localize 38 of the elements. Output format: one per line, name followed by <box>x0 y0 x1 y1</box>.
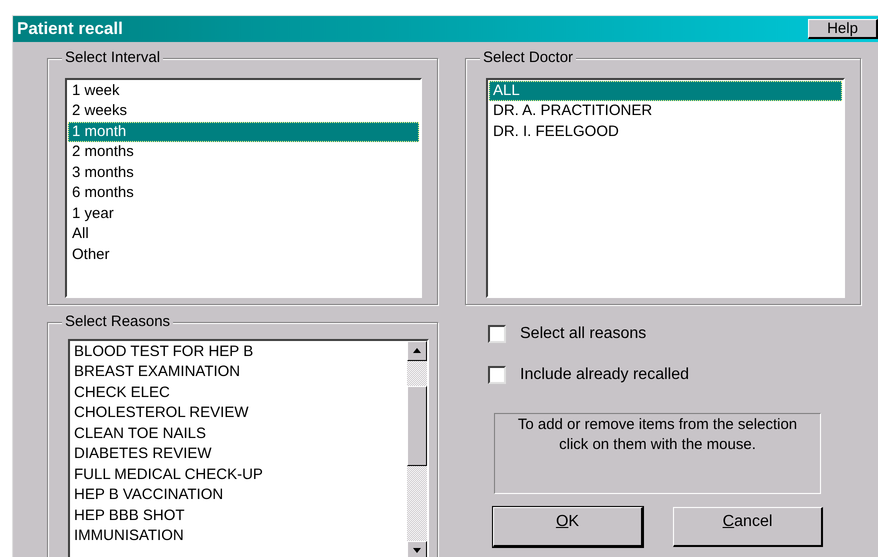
list-item[interactable]: ALL <box>489 80 842 101</box>
list-item[interactable]: Other <box>68 244 419 265</box>
dialog-button[interactable]: OK <box>493 506 643 546</box>
list-item[interactable]: DIABETES REVIEW <box>70 444 407 464</box>
checkbox[interactable] <box>488 366 506 384</box>
scrollbar[interactable] <box>407 340 427 557</box>
scroll-thumb[interactable] <box>407 386 427 466</box>
scroll-up-icon[interactable] <box>407 340 427 360</box>
list-item[interactable]: 1 week <box>68 80 419 101</box>
list-item[interactable]: HEP B VACCINATION <box>70 485 407 506</box>
list-item[interactable]: 6 months <box>68 183 419 204</box>
list-item[interactable]: 3 months <box>68 162 419 183</box>
list-item[interactable]: BREAST EXAMINATION <box>70 362 407 382</box>
list-item[interactable]: IMMUNISATION <box>70 526 407 546</box>
scroll-down-icon[interactable] <box>407 540 427 557</box>
dialog-button[interactable]: Cancel <box>673 506 823 546</box>
hint-text: To add or remove items from the selection click on them with the mouse. <box>516 414 798 454</box>
checkbox-label[interactable]: Include already recalled <box>520 362 689 386</box>
list-item[interactable]: BLOOD TEST FOR HEP B <box>70 342 407 362</box>
list-item[interactable]: CHECK ELEC <box>70 382 407 403</box>
list-item[interactable]: DR. A. PRACTITIONER <box>489 101 842 122</box>
doctor-list[interactable]: ALL DR. A. PRACTITIONER DR. I. FEELGOOD <box>486 78 845 298</box>
list-item[interactable]: All <box>68 224 419 244</box>
checkbox[interactable] <box>488 324 506 342</box>
list-item[interactable]: HEP BBB SHOT <box>70 506 407 526</box>
list-item[interactable]: 2 months <box>68 142 419 162</box>
help-button[interactable]: Help <box>808 19 878 40</box>
window-title: Patient recall <box>16 18 123 40</box>
list-item[interactable]: CLEAN TOE NAILS <box>70 424 407 444</box>
list-item[interactable]: 1 month <box>68 122 419 142</box>
list-item[interactable]: DR. I. FEELGOOD <box>489 122 842 142</box>
list-item[interactable]: 2 weeks <box>68 101 419 122</box>
list-item[interactable]: FULL MEDICAL CHECK-UP <box>70 464 407 485</box>
list-item[interactable]: CHOLESTEROL REVIEW <box>70 403 407 424</box>
checkbox-label[interactable]: Select all reasons <box>520 322 646 346</box>
list-item[interactable]: 1 year <box>68 204 419 224</box>
interval-list[interactable]: 1 week 2 weeks 1 month 2 months 3 months 6 months 1 year All Other <box>65 78 422 298</box>
reasons-list[interactable]: BLOOD TEST FOR HEP B BREAST EXAMINATION CHECK ELEC CHOLESTEROL REVIEW CLEAN TOE NAILS DIABETES REVIEW FULL MEDICAL CHECK-UP HEP B VACCINATION HEP BBB SHOT IMMUNISATION <box>68 338 429 557</box>
